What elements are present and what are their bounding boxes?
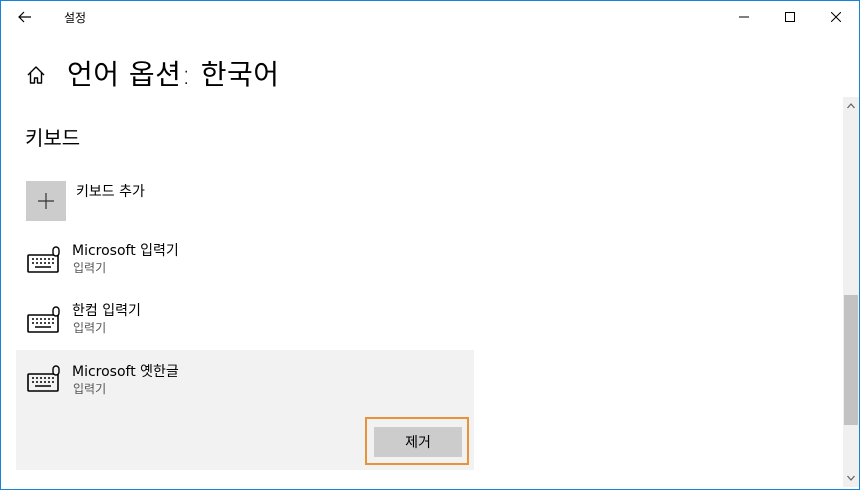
add-keyboard-button[interactable]: 키보드 추가 [25,179,325,221]
back-button[interactable] [9,5,41,29]
scroll-thumb[interactable] [844,295,858,425]
keyboard-icon [27,246,60,273]
keyboard-type: 입력기 [73,261,107,275]
scroll-down-button[interactable] [843,469,859,487]
home-button[interactable] [25,64,47,86]
keyboard-name: Microsoft 옛한글 [72,364,179,380]
keyboard-name: Microsoft 입력기 [72,243,179,259]
close-icon [831,12,841,22]
plus-icon [38,193,54,209]
back-arrow-icon [18,11,31,23]
home-icon [27,66,45,84]
vertical-scrollbar[interactable] [843,97,859,487]
keyboard-item-hancom-ime[interactable]: 한컴 입력기 입력기 [16,293,474,353]
keyboard-item-microsoft-old-hangul[interactable]: Microsoft 옛한글 입력기 제거 [16,350,474,470]
chevron-up-icon [847,103,855,109]
maximize-icon [785,12,795,22]
keyboard-item-microsoft-ime[interactable]: Microsoft 입력기 입력기 [16,233,474,293]
add-keyboard-label: 키보드 추가 [76,184,145,200]
window-title: 설정 [64,11,87,25]
minimize-icon [739,16,749,18]
keyboard-name: 한컴 입력기 [72,303,141,319]
settings-window: 설정 언어 옵션: 한국어 키보드 키보드 추가 Microsoft 입력기 입… [0,0,860,490]
maximize-button[interactable] [767,1,813,33]
keyboard-type: 입력기 [73,321,107,335]
minimize-button[interactable] [721,1,767,33]
keyboard-section-title: 키보드 [25,126,81,150]
scroll-up-button[interactable] [843,97,859,115]
chevron-down-icon [847,475,855,481]
page-title: 언어 옵션: 한국어 [67,58,280,91]
remove-button-focus-outline: 제거 [365,417,469,465]
title-bar: 설정 [1,1,859,33]
add-keyboard-tile [26,181,66,221]
keyboard-icon [27,365,60,392]
remove-button[interactable]: 제거 [374,427,462,457]
keyboard-icon [27,306,60,333]
keyboard-type: 입력기 [73,382,107,396]
close-button[interactable] [813,1,859,33]
